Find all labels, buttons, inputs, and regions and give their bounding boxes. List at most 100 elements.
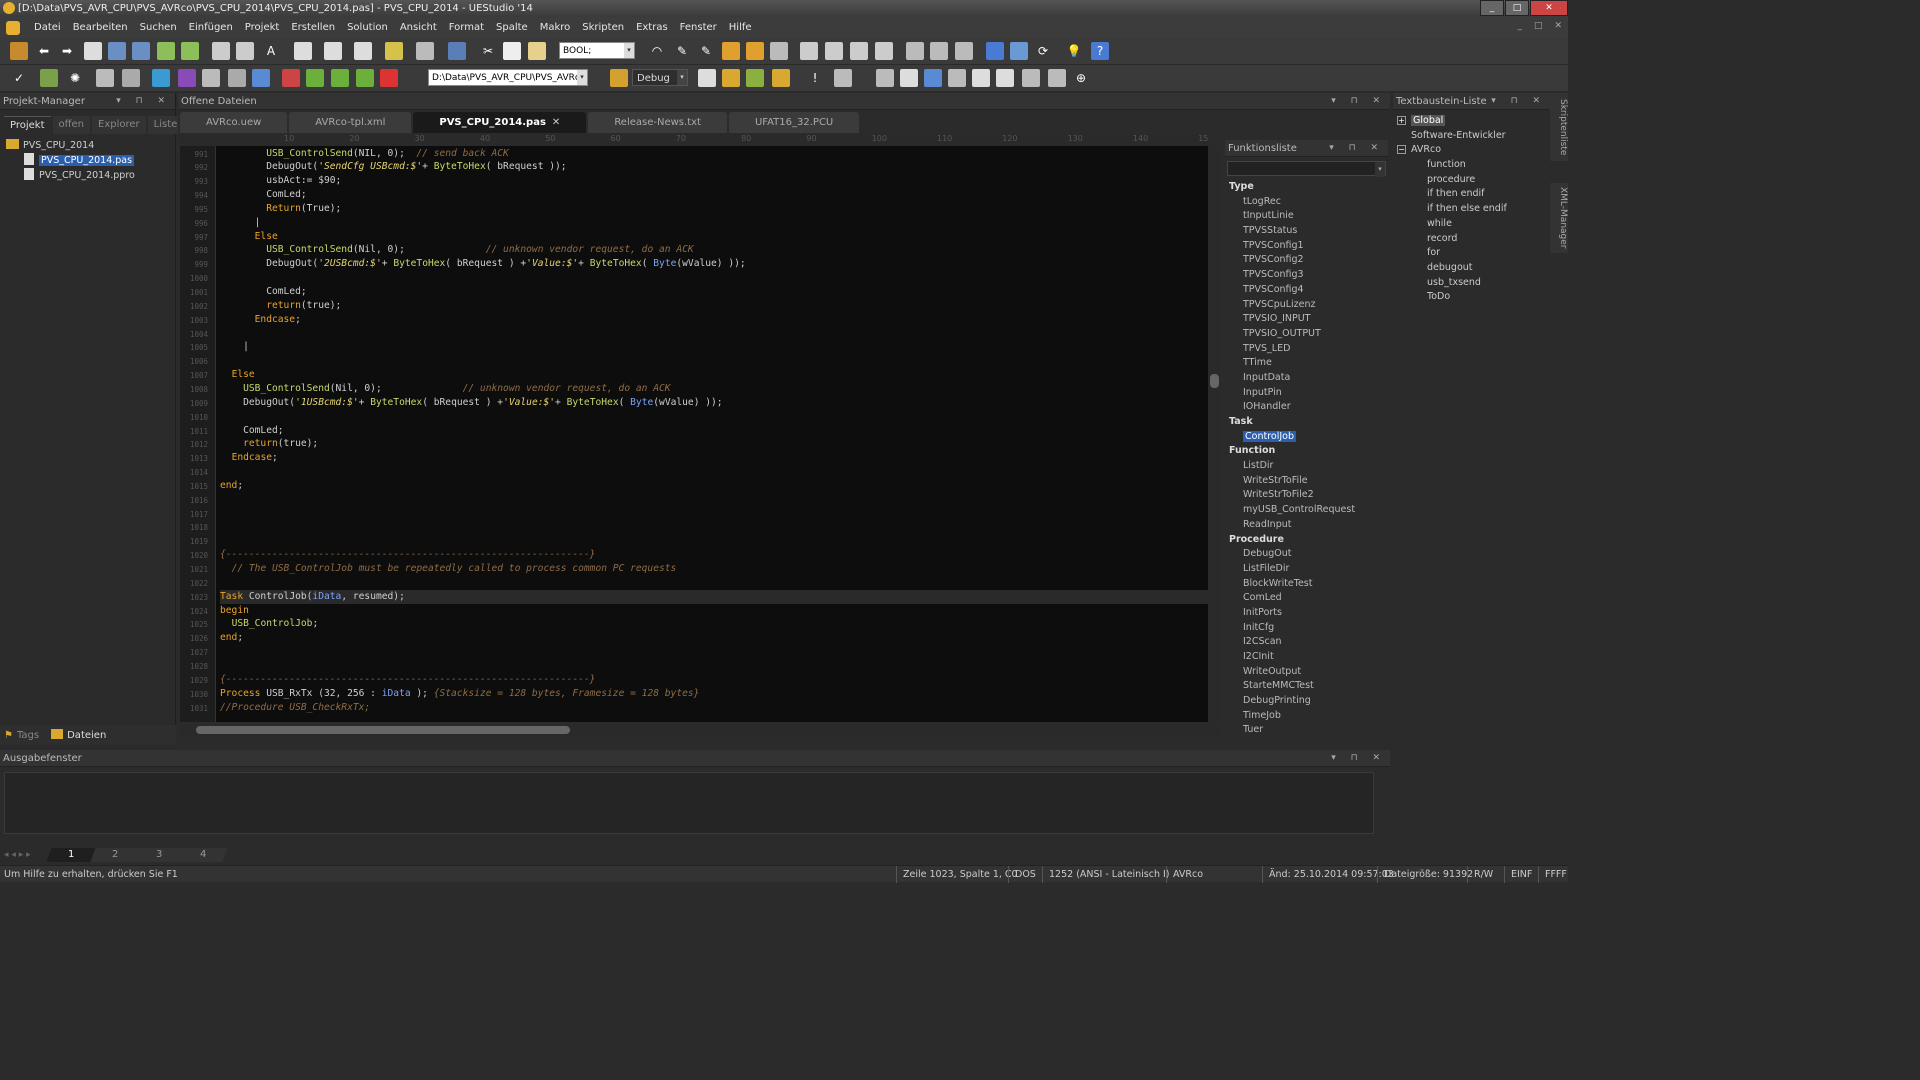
find-icon[interactable]: ◠ bbox=[648, 42, 666, 60]
code-line[interactable]: ComLed; bbox=[220, 285, 306, 299]
tree-file-ppro[interactable]: PVS_CPU_2014.ppro bbox=[6, 168, 169, 183]
function-item[interactable]: InputPin bbox=[1225, 386, 1388, 401]
function-item[interactable]: IOHandler bbox=[1225, 400, 1388, 415]
tab-offen[interactable]: offen bbox=[52, 116, 91, 134]
function-item[interactable]: InitPorts bbox=[1225, 606, 1388, 621]
panel-buttons[interactable]: ▾ ⊓ ✕ bbox=[116, 93, 171, 110]
function-group-function[interactable]: Function bbox=[1225, 444, 1388, 459]
editor-vertical-scrollbar[interactable] bbox=[1209, 146, 1220, 722]
maximize-button[interactable]: □ bbox=[1505, 0, 1529, 16]
tb-item[interactable]: if then else endif bbox=[1397, 202, 1546, 217]
menu-hilfe[interactable]: Hilfe bbox=[723, 22, 758, 33]
align-right-icon[interactable] bbox=[850, 42, 868, 60]
list1-icon[interactable] bbox=[876, 69, 894, 87]
list2-icon[interactable] bbox=[900, 69, 918, 87]
code-line[interactable]: usbAct:= $90; bbox=[220, 174, 341, 188]
config-combo[interactable]: Debug ▾ bbox=[632, 69, 688, 86]
compile-icon[interactable] bbox=[96, 69, 114, 87]
output-tab[interactable]: 1 bbox=[46, 848, 96, 862]
output-tab[interactable]: 4 bbox=[178, 848, 228, 862]
check-icon[interactable]: ✓ bbox=[10, 69, 28, 87]
menu-solution[interactable]: Solution bbox=[341, 22, 394, 33]
function-item[interactable]: TPVSStatus bbox=[1225, 224, 1388, 239]
code-line[interactable]: DebugOut('2USBcmd:$'+ ByteToHex( bReques… bbox=[220, 257, 745, 271]
function-item[interactable]: ListDir bbox=[1225, 459, 1388, 474]
panel-buttons[interactable]: ▾ ⊓ ✕ bbox=[1491, 93, 1546, 110]
file-tab[interactable]: AVRco.uew bbox=[180, 112, 288, 133]
zoom-icon[interactable]: ⊕ bbox=[1072, 69, 1090, 87]
code-line[interactable]: end; bbox=[220, 479, 243, 493]
tb-item[interactable]: for bbox=[1397, 246, 1546, 261]
menu-einfgen[interactable]: Einfügen bbox=[183, 22, 239, 33]
code-editor[interactable]: 991 992 993 994 995 996 997 998 999 1000 1001 1002 1… bbox=[180, 146, 1208, 722]
tb-item[interactable]: record bbox=[1397, 232, 1546, 247]
green1-icon[interactable] bbox=[306, 69, 324, 87]
menu-ansicht[interactable]: Ansicht bbox=[394, 22, 443, 33]
menu-extras[interactable]: Extras bbox=[630, 22, 674, 33]
minimize-button[interactable]: _ bbox=[1480, 0, 1504, 16]
save-red-icon[interactable] bbox=[282, 69, 300, 87]
function-item[interactable]: WriteOutput bbox=[1225, 665, 1388, 680]
justify-icon[interactable] bbox=[875, 42, 893, 60]
font-icon[interactable]: A bbox=[262, 42, 280, 60]
file3-icon[interactable] bbox=[746, 69, 764, 87]
tb-node-global[interactable]: + Global bbox=[1397, 114, 1546, 129]
file-tab[interactable]: UFAT16_32.PCU bbox=[728, 112, 860, 133]
properties-icon[interactable] bbox=[354, 42, 372, 60]
menu-makro[interactable]: Makro bbox=[534, 22, 577, 33]
new-file-icon[interactable] bbox=[84, 42, 102, 60]
align-center-icon[interactable] bbox=[825, 42, 843, 60]
ruler-icon[interactable] bbox=[385, 42, 403, 60]
help-icon[interactable]: ? bbox=[1091, 42, 1109, 60]
code-line[interactable]: USB_ControlJob; bbox=[220, 617, 319, 631]
code-line[interactable]: USB_ControlSend(NIL, 0); // send back AC… bbox=[220, 147, 509, 161]
code-line[interactable]: Process USB_RxTx (32, 256 : iData ); {St… bbox=[220, 687, 699, 701]
wordwrap-icon[interactable] bbox=[416, 42, 434, 60]
function-item[interactable]: myUSB_ControlRequest bbox=[1225, 503, 1388, 518]
mdi-restore-icon[interactable]: □ bbox=[1534, 21, 1543, 31]
copy-icon[interactable] bbox=[503, 42, 521, 60]
code-line[interactable]: end; bbox=[220, 631, 243, 645]
file-tab[interactable]: AVRco-tpl.xml bbox=[289, 112, 412, 133]
browser-icon[interactable] bbox=[986, 42, 1004, 60]
function-item[interactable]: InitCfg bbox=[1225, 621, 1388, 636]
function-item[interactable]: TPVSIO_INPUT bbox=[1225, 312, 1388, 327]
function-item[interactable]: ReadInput bbox=[1225, 518, 1388, 533]
list4-icon[interactable] bbox=[948, 69, 966, 87]
page-setup-icon[interactable] bbox=[294, 42, 312, 60]
function-item[interactable]: Tuer bbox=[1225, 723, 1388, 738]
status-encoding[interactable]: 1252 (ANSI - Lateinisch I) bbox=[1042, 866, 1170, 883]
chip2-icon[interactable] bbox=[228, 69, 246, 87]
code-line[interactable]: Task ControlJob(iData, resumed); bbox=[220, 589, 1208, 604]
print-icon[interactable] bbox=[212, 42, 230, 60]
list6-icon[interactable] bbox=[996, 69, 1014, 87]
menu-fenster[interactable]: Fenster bbox=[674, 22, 723, 33]
save-all-icon[interactable] bbox=[181, 42, 199, 60]
code-line[interactable]: DebugOut('SendCfg USBcmd:$'+ ByteToHex( … bbox=[220, 160, 566, 174]
build-icon[interactable] bbox=[40, 69, 58, 87]
function-filter-combo[interactable]: ▾ bbox=[1227, 161, 1386, 177]
tools-icon[interactable] bbox=[202, 69, 220, 87]
function-item[interactable]: WriteStrToFile bbox=[1225, 474, 1388, 489]
pdf-icon[interactable] bbox=[380, 69, 398, 87]
code-line[interactable]: ComLed; bbox=[220, 188, 306, 202]
save-icon[interactable] bbox=[157, 42, 175, 60]
function-group-task[interactable]: Task bbox=[1225, 415, 1388, 430]
menu-spalte[interactable]: Spalte bbox=[490, 22, 534, 33]
function-item[interactable]: ControlJob bbox=[1225, 430, 1388, 445]
function-item[interactable]: TimeJob bbox=[1225, 709, 1388, 724]
settings-icon[interactable]: ✺ bbox=[66, 69, 84, 87]
code-line[interactable]: return(true); bbox=[220, 437, 318, 451]
cut-icon[interactable]: ✂ bbox=[479, 42, 497, 60]
green2-icon[interactable] bbox=[331, 69, 349, 87]
document-icon[interactable] bbox=[324, 42, 342, 60]
output-text-area[interactable] bbox=[4, 772, 1374, 834]
function-item[interactable]: InputData bbox=[1225, 371, 1388, 386]
file1-icon[interactable] bbox=[698, 69, 716, 87]
code-line[interactable]: Else bbox=[220, 368, 255, 382]
tb-item[interactable]: if then endif bbox=[1397, 187, 1546, 202]
function-item[interactable]: I2CScan bbox=[1225, 635, 1388, 650]
status-language[interactable]: AVRco bbox=[1166, 866, 1203, 883]
menu-projekt[interactable]: Projekt bbox=[239, 22, 286, 33]
tree-file-pas[interactable]: PVS_CPU_2014.pas bbox=[6, 153, 169, 168]
